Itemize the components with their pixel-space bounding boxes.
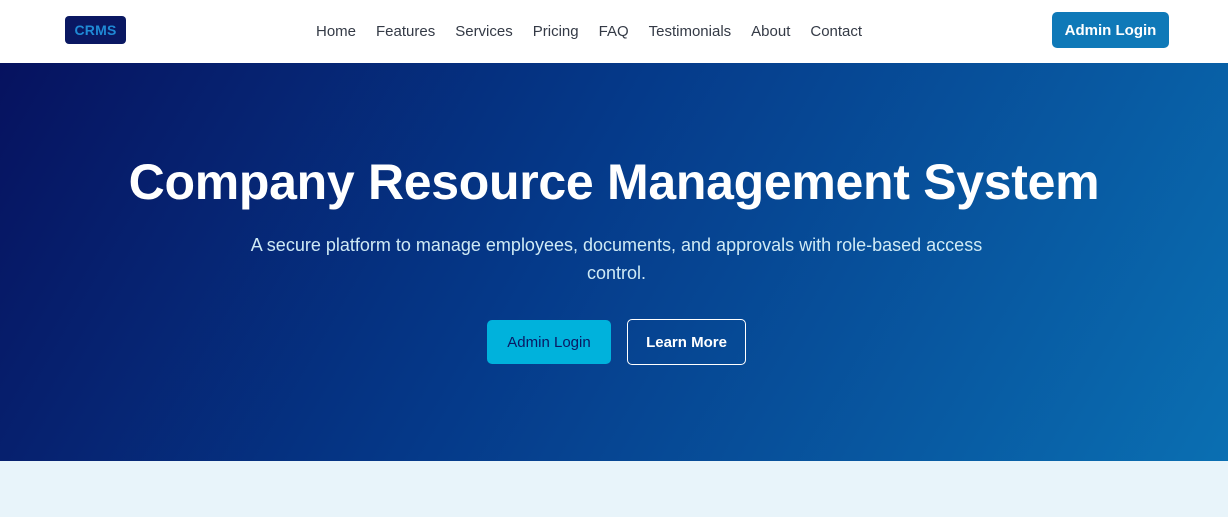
nav-link-features[interactable]: Features [376, 23, 435, 40]
nav-link-services[interactable]: Services [455, 23, 513, 40]
logo[interactable]: CRMS [65, 16, 126, 44]
learn-more-button[interactable]: Learn More [627, 319, 746, 365]
nav-link-pricing[interactable]: Pricing [533, 23, 579, 40]
next-section [0, 461, 1228, 517]
nav-link-faq[interactable]: FAQ [599, 23, 629, 40]
nav-links: Home Features Services Pricing FAQ Testi… [306, 0, 872, 63]
nav-link-home[interactable]: Home [316, 23, 356, 40]
nav-link-contact[interactable]: Contact [810, 23, 862, 40]
hero-subtitle: A secure platform to manage employees, d… [250, 235, 983, 283]
hero-title: Company Resource Management System [128, 154, 1100, 210]
nav-link-testimonials[interactable]: Testimonials [649, 23, 732, 40]
hero-section: Company Resource Management System A sec… [0, 63, 1228, 461]
nav-link-about[interactable]: About [751, 23, 790, 40]
navbar: CRMS Home Features Services Pricing FAQ … [0, 0, 1228, 63]
admin-login-hero-button[interactable]: Admin Login [487, 320, 611, 364]
admin-login-nav-button[interactable]: Admin Login [1052, 12, 1169, 48]
